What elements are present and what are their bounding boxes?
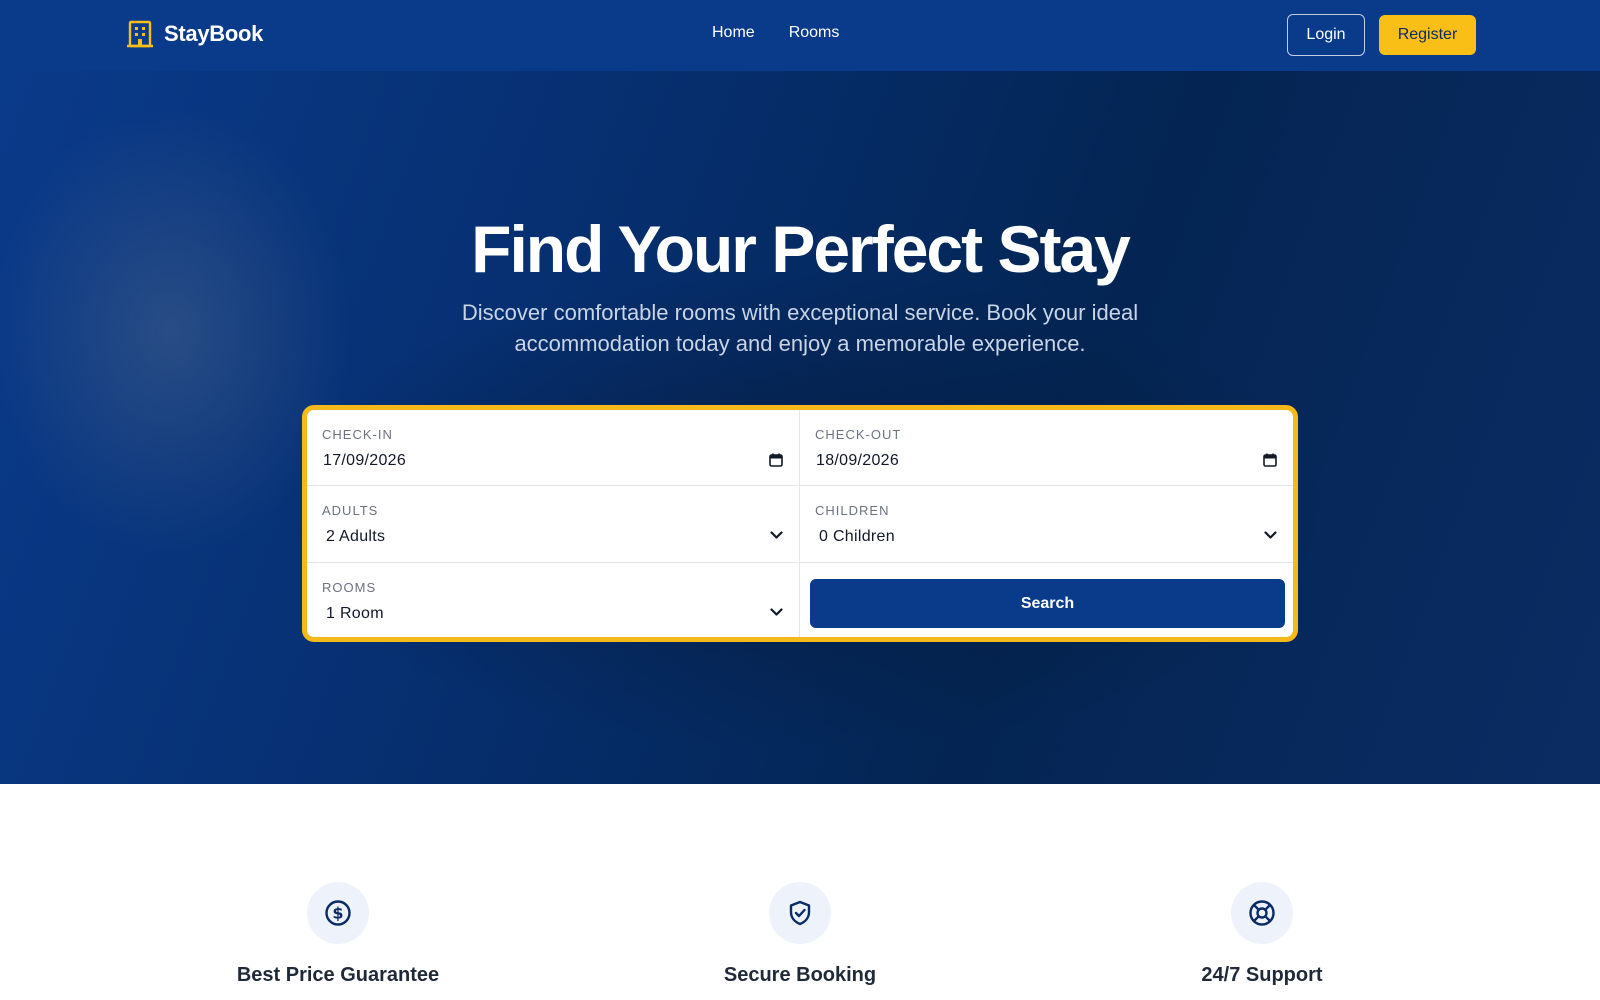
hero-subtitle: Discover comfortable rooms with exceptio… [461,300,1139,356]
rooms-select[interactable]: ROOMS 1 Room [307,563,800,637]
adults-select[interactable]: ADULTS 2 Adults [307,486,800,563]
chevron-down-icon[interactable] [770,531,783,540]
nav-links: Home Rooms [712,24,839,42]
dollar-icon: $ [307,882,369,944]
children-label: CHILDREN [815,503,890,518]
adults-label: ADULTS [322,503,379,518]
search-form: CHECK-IN 17/09/2026 CHECK-OUT 18/09/2026… [302,405,1298,642]
svg-text:$: $ [332,904,343,923]
checkin-value[interactable]: 17/09/2026 [323,452,406,470]
adults-value[interactable]: 2 Adults [326,528,385,546]
search-button-cell: Search [800,563,1293,637]
checkout-label: CHECK-OUT [815,427,902,442]
rooms-label: ROOMS [322,580,377,595]
shield-check-icon [769,882,831,944]
hero-section: Find Your Perfect Stay Discover comforta… [0,71,1600,784]
feature-title: 24/7 Support [1201,964,1323,986]
hero-title: Find Your Perfect Stay [471,212,1131,286]
nav-link-rooms[interactable]: Rooms [789,24,840,42]
chevron-down-icon[interactable] [770,608,783,617]
feature-title: Best Price Guarantee [236,964,440,986]
feature-title: Secure Booking [723,964,877,986]
checkin-label: CHECK-IN [322,427,393,442]
brand-logo[interactable]: StayBook [127,20,263,48]
brand-name: StayBook [164,21,264,46]
nav-link-home[interactable]: Home [712,24,755,42]
navbar: StayBook Home Rooms Login Register [0,0,1600,71]
chevron-down-icon[interactable] [1264,531,1277,540]
building-icon [127,20,153,48]
lifebuoy-icon [1231,882,1293,944]
checkin-field[interactable]: CHECK-IN 17/09/2026 [307,410,800,486]
checkout-value[interactable]: 18/09/2026 [816,452,899,470]
children-select[interactable]: CHILDREN 0 Children [800,486,1293,563]
calendar-icon[interactable] [769,453,783,467]
login-button[interactable]: Login [1287,14,1365,56]
rooms-value[interactable]: 1 Room [326,605,384,623]
children-value[interactable]: 0 Children [819,528,895,546]
search-button[interactable]: Search [810,579,1285,628]
checkout-field[interactable]: CHECK-OUT 18/09/2026 [800,410,1293,486]
calendar-icon[interactable] [1263,453,1277,467]
register-button[interactable]: Register [1379,15,1476,55]
